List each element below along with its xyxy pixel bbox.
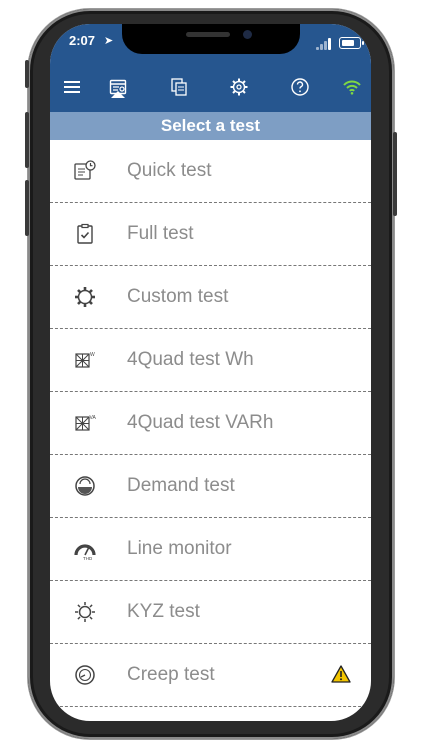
help-icon[interactable] [287,74,313,100]
power-button [393,132,397,216]
test-item-custom[interactable]: Custom test [50,266,371,329]
test-item-label: 4Quad test VARh [127,412,274,433]
test-item-4quad-wh[interactable]: W 4Quad test Wh [50,329,371,392]
test-item-quick[interactable]: Quick test [50,140,371,203]
status-bar: 2:07 ➤ [50,24,371,62]
icon-sup: W [90,352,95,358]
test-item-creep[interactable]: Creep test [50,644,371,707]
test-item-label: Line monitor [127,538,232,559]
icon-sup: VA [90,415,97,421]
sun-icon [73,600,97,624]
clock: 2:07 [69,33,96,48]
camera [243,30,252,39]
active-tab-indicator [111,91,125,98]
quad-va-icon: VA [73,411,97,435]
app-screen: 2:07 ➤ Select a test Quick test Full tes… [50,24,371,721]
gauge-icon: THD [73,537,97,561]
test-item-kyz[interactable]: KYZ test [50,581,371,644]
wifi-icon[interactable] [339,74,365,100]
creep-icon [73,663,97,687]
test-item-demand[interactable]: Demand test [50,455,371,518]
page-title: Select a test [50,112,371,140]
test-item-label: KYZ test [127,601,200,622]
test-item-label: Creep test [127,664,215,685]
signal-icon [316,38,334,50]
location-icon: ➤ [104,35,114,47]
icon-sub: THD [83,556,93,561]
test-item-label: Demand test [127,475,235,496]
test-item-4quad-varh[interactable]: VA 4Quad test VARh [50,392,371,455]
clipboard-check-icon [73,222,97,246]
speaker [186,32,230,37]
test-item-label: Quick test [127,160,212,181]
gear-icon [73,285,97,309]
quick-test-icon [73,159,97,183]
volume-up-button [25,112,29,168]
test-item-line-monitor[interactable]: THD Line monitor [50,518,371,581]
test-item-label: Full test [127,223,194,244]
quad-w-icon: W [73,348,97,372]
test-list: Quick test Full test Custom test W 4Quad… [50,140,371,721]
demand-icon [73,474,97,498]
warning-icon [331,665,351,683]
test-item-label: Custom test [127,286,229,307]
notch [122,24,300,54]
menu-icon[interactable] [59,74,85,100]
test-item-label: 4Quad test Wh [127,349,254,370]
settings-icon[interactable] [226,74,252,100]
battery-icon [339,37,364,49]
list-item [50,707,371,721]
copy-icon[interactable] [166,74,192,100]
volume-down-button [25,180,29,236]
mute-switch [25,60,29,88]
test-item-full[interactable]: Full test [50,203,371,266]
toolbar [50,62,371,112]
